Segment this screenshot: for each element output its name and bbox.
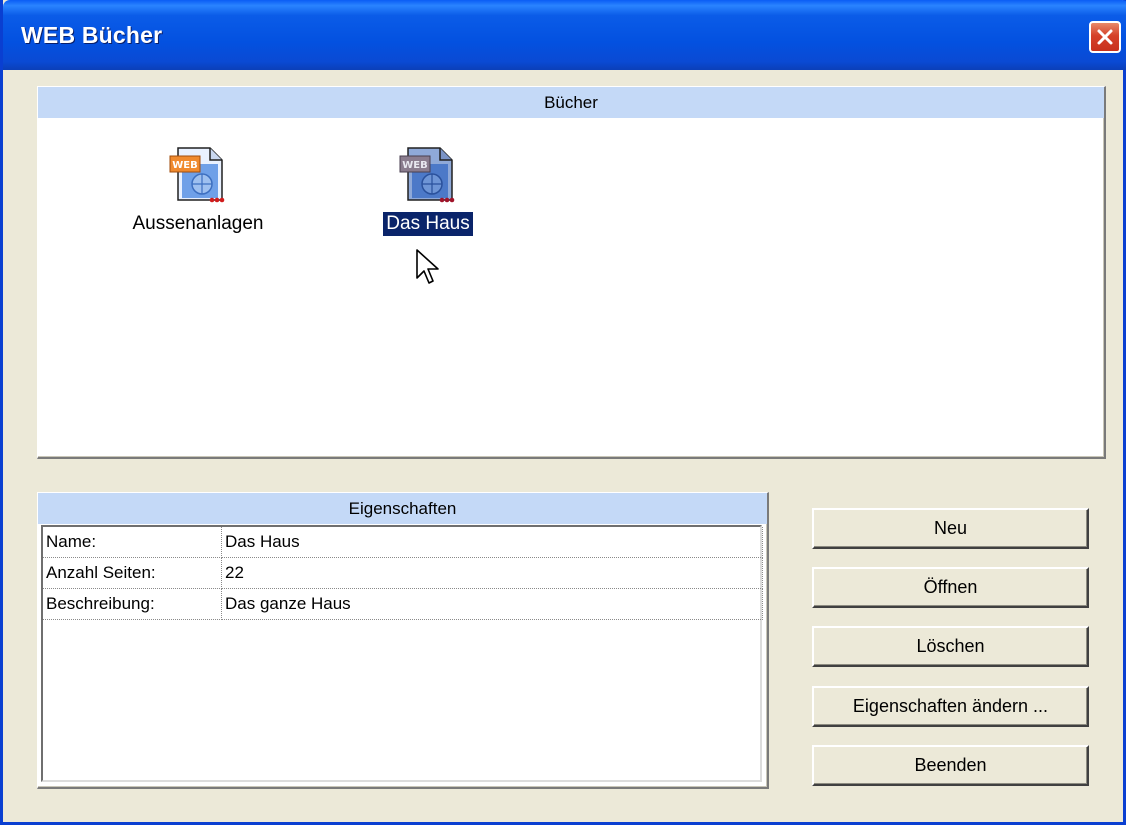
books-panel-header: Bücher [38, 87, 1104, 118]
property-key: Beschreibung: [43, 588, 222, 620]
table-row[interactable]: Anzahl Seiten: 22 [43, 557, 763, 589]
window-title: WEB Bücher [21, 22, 163, 48]
properties-grid[interactable]: Name: Das Haus Anzahl Seiten: 22 Beschre… [41, 525, 763, 782]
table-row[interactable]: Name: Das Haus [43, 527, 763, 558]
new-button[interactable]: Neu [812, 508, 1089, 549]
close-button[interactable] [1089, 21, 1121, 53]
svg-text:WEB: WEB [402, 160, 427, 171]
property-key: Name: [43, 527, 222, 558]
property-key: Anzahl Seiten: [43, 557, 222, 589]
property-value[interactable]: 22 [221, 557, 763, 589]
quit-button[interactable]: Beenden [812, 745, 1089, 786]
close-icon [1097, 29, 1113, 45]
books-panel: Bücher WEB Aussenanlagen WEB Das Haus [37, 86, 1106, 459]
book-item-aussenanlagen[interactable]: WEB Aussenanlagen [98, 142, 298, 236]
book-item-das-haus[interactable]: WEB Das Haus [328, 142, 528, 236]
property-value[interactable]: Das Haus [221, 527, 763, 558]
dialog-window: WEB Bücher Bücher WEB Aussenanlagen WEB … [0, 0, 1126, 825]
open-button[interactable]: Öffnen [812, 567, 1089, 608]
properties-panel: Eigenschaften Name: Das Haus Anzahl Seit… [37, 492, 769, 789]
book-label: Das Haus [383, 212, 473, 236]
title-bar[interactable]: WEB Bücher [3, 0, 1126, 70]
svg-text:WEB: WEB [172, 160, 197, 171]
delete-button[interactable]: Löschen [812, 626, 1089, 667]
property-value[interactable]: Das ganze Haus [221, 588, 763, 620]
mouse-pointer-icon [416, 249, 439, 284]
edit-properties-button[interactable]: Eigenschaften ändern ... [812, 686, 1089, 727]
book-label: Aussenanlagen [132, 213, 264, 234]
web-book-icon: WEB [169, 147, 225, 203]
web-book-icon: WEB [399, 147, 455, 203]
table-row[interactable]: Beschreibung: Das ganze Haus [43, 588, 763, 620]
properties-table: Name: Das Haus Anzahl Seiten: 22 Beschre… [43, 527, 763, 620]
properties-panel-header: Eigenschaften [38, 493, 767, 524]
